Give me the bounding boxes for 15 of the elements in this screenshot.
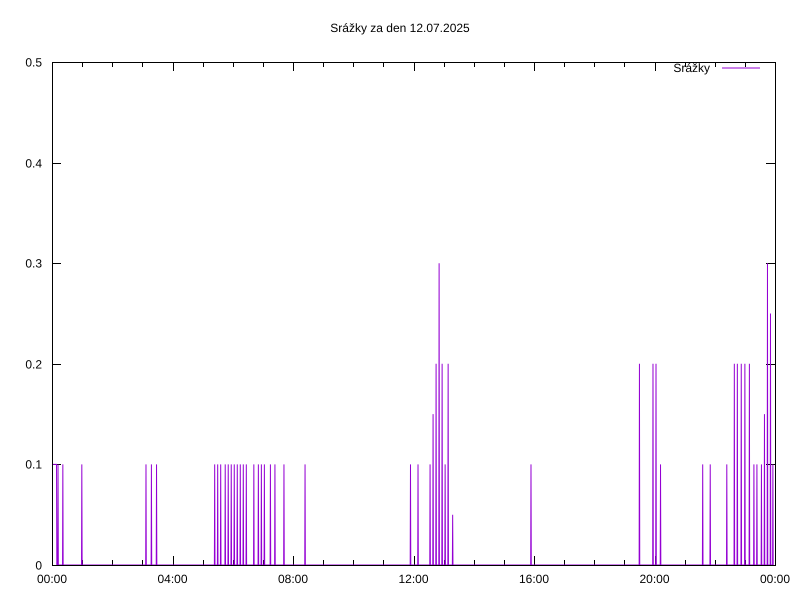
x-tick-label: 04:00 — [157, 572, 188, 586]
y-tick-label: 0.5 — [25, 56, 42, 70]
x-tick-label: 00:00 — [760, 572, 790, 586]
x-tick-label: 00:00 — [36, 572, 68, 586]
x-tick-label: 08:00 — [278, 572, 308, 586]
chart-title: Srážky za den 12.07.2025 — [330, 21, 470, 35]
y-tick-label: 0 — [35, 558, 42, 572]
legend-label: Srážky — [673, 61, 710, 75]
y-tick-label: 0.2 — [25, 358, 42, 372]
y-tick-label: 0.1 — [25, 458, 42, 472]
y-tick-label: 0.3 — [25, 256, 42, 270]
x-tick-label: 12:00 — [398, 572, 429, 586]
y-tick-label: 0.4 — [25, 156, 42, 170]
x-tick-label: 16:00 — [518, 572, 550, 586]
x-tick-label: 20:00 — [639, 572, 670, 586]
